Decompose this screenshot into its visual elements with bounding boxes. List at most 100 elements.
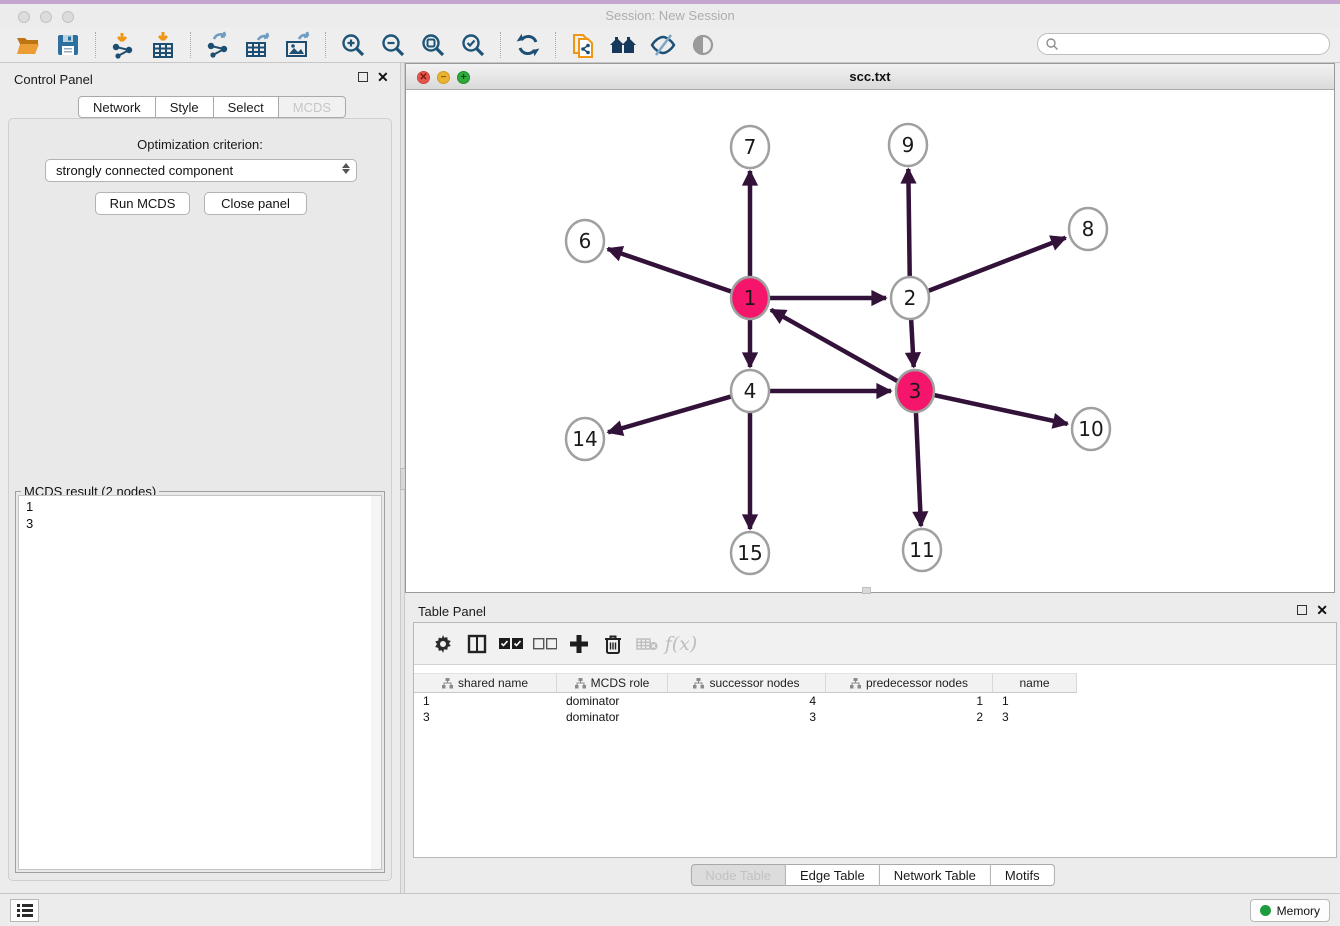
duplicate-network-icon[interactable] <box>566 30 600 60</box>
home-icon[interactable] <box>606 30 640 60</box>
save-session-icon[interactable] <box>51 30 85 60</box>
svg-text:14: 14 <box>572 427 597 451</box>
control-panel-tabs: NetworkStyleSelectMCDS <box>78 96 346 118</box>
close-panel-button[interactable]: Close panel <box>204 192 307 215</box>
select-stepper-icon <box>342 163 350 174</box>
table-cell[interactable]: 3 <box>414 709 557 725</box>
table-cell[interactable]: 1 <box>414 693 557 709</box>
column-header-predecessor-nodes[interactable]: predecessor nodes <box>826 673 993 693</box>
svg-text:7: 7 <box>744 135 757 159</box>
table-cell[interactable]: dominator <box>557 693 668 709</box>
export-image-icon[interactable] <box>281 30 315 60</box>
zoom-selected-icon[interactable] <box>456 30 490 60</box>
tab-select[interactable]: Select <box>214 96 279 118</box>
float-table-panel-icon[interactable] <box>1297 605 1307 615</box>
node-table[interactable]: shared nameMCDS rolesuccessor nodesprede… <box>414 673 1336 725</box>
node-4[interactable]: 4 <box>731 370 769 412</box>
edge-3-1[interactable] <box>771 310 898 381</box>
node-8[interactable]: 8 <box>1069 208 1107 250</box>
network-canvas[interactable]: 7 9 6 8 1 2 4 3 14 10 15 11 <box>406 90 1334 592</box>
import-table-icon[interactable] <box>146 30 180 60</box>
import-network-icon[interactable] <box>106 30 140 60</box>
search-icon <box>1045 37 1059 51</box>
window-resize-grip[interactable] <box>862 587 871 594</box>
column-type-icon <box>850 678 861 689</box>
select-all-rows-icon[interactable] <box>494 629 528 659</box>
table-body[interactable]: 1dominator4113dominator323 <box>414 693 1336 725</box>
edge-2-9[interactable] <box>908 169 909 278</box>
edge-3-11[interactable] <box>916 411 921 526</box>
table-tab-node-table[interactable]: Node Table <box>690 864 786 886</box>
column-header-shared-name[interactable]: shared name <box>414 673 557 693</box>
table-cell[interactable]: 1 <box>993 693 1077 709</box>
node-3[interactable]: 3 <box>896 370 934 412</box>
table-cell[interactable]: 3 <box>668 709 826 725</box>
close-panel-icon[interactable]: ✕ <box>377 72 389 82</box>
tab-mcds[interactable]: MCDS <box>279 96 346 118</box>
run-mcds-button[interactable]: Run MCDS <box>95 192 190 215</box>
mcds-result-text[interactable]: 1 3 <box>18 495 382 870</box>
node-9[interactable]: 9 <box>889 124 927 166</box>
node-1[interactable]: 1 <box>731 277 769 319</box>
edge-2-8[interactable] <box>929 238 1066 291</box>
table-tabs: Node TableEdge TableNetwork TableMotifs <box>690 864 1054 886</box>
hide-graphics-icon[interactable] <box>646 30 680 60</box>
column-header-name[interactable]: name <box>993 673 1077 693</box>
refresh-view-icon[interactable] <box>511 30 545 60</box>
task-history-button[interactable] <box>10 899 39 922</box>
main-toolbar <box>0 28 1340 63</box>
add-column-icon[interactable] <box>562 629 596 659</box>
edge-3-10[interactable] <box>935 395 1068 424</box>
node-2[interactable]: 2 <box>891 277 929 319</box>
table-header-row[interactable]: shared nameMCDS rolesuccessor nodesprede… <box>414 673 1336 693</box>
optimization-criterion-value: strongly connected component <box>56 163 233 178</box>
network-window-titlebar[interactable]: ✕ − + scc.txt <box>406 64 1334 90</box>
memory-button[interactable]: Memory <box>1250 899 1330 922</box>
table-cell[interactable]: dominator <box>557 709 668 725</box>
table-cell[interactable]: 3 <box>993 709 1077 725</box>
node-11[interactable]: 11 <box>903 529 941 571</box>
table-panel-buttons: ✕ <box>1297 605 1328 615</box>
open-session-icon[interactable] <box>11 30 45 60</box>
float-panel-icon[interactable] <box>358 72 368 82</box>
column-header-successor-nodes[interactable]: successor nodes <box>668 673 826 693</box>
node-15[interactable]: 15 <box>731 532 769 574</box>
zoom-out-icon[interactable] <box>376 30 410 60</box>
deselect-all-rows-icon[interactable] <box>528 629 562 659</box>
show-graphics-icon[interactable] <box>686 30 720 60</box>
zoom-fit-icon[interactable] <box>416 30 450 60</box>
node-7[interactable]: 7 <box>731 126 769 168</box>
network-graph[interactable]: 7 9 6 8 1 2 4 3 14 10 15 11 <box>406 90 1334 592</box>
table-settings-icon[interactable] <box>426 629 460 659</box>
table-cell[interactable]: 1 <box>826 693 993 709</box>
split-columns-icon[interactable] <box>460 629 494 659</box>
column-header-MCDS-role[interactable]: MCDS role <box>557 673 668 693</box>
tab-style[interactable]: Style <box>156 96 214 118</box>
table-row[interactable]: 3dominator323 <box>414 709 1336 725</box>
edge-4-14[interactable] <box>608 397 731 433</box>
node-6[interactable]: 6 <box>566 220 604 262</box>
node-10[interactable]: 10 <box>1072 408 1110 450</box>
status-bar: Memory <box>0 893 1340 926</box>
result-scrollbar[interactable] <box>371 496 381 869</box>
column-type-icon <box>575 678 586 689</box>
edge-2-3[interactable] <box>911 318 914 367</box>
node-table-container: f(x) shared nameMCDS rolesuccessor nodes… <box>413 622 1337 858</box>
table-tab-edge-table[interactable]: Edge Table <box>786 864 880 886</box>
memory-label: Memory <box>1277 904 1320 918</box>
table-tab-motifs[interactable]: Motifs <box>991 864 1055 886</box>
search-field[interactable] <box>1037 33 1330 55</box>
close-table-panel-icon[interactable]: ✕ <box>1316 605 1328 615</box>
table-tab-network-table[interactable]: Network Table <box>880 864 991 886</box>
node-14[interactable]: 14 <box>566 418 604 460</box>
table-cell[interactable]: 4 <box>668 693 826 709</box>
tab-network[interactable]: Network <box>78 96 156 118</box>
delete-columns-icon[interactable] <box>596 629 630 659</box>
export-network-icon[interactable] <box>201 30 235 60</box>
export-table-icon[interactable] <box>241 30 275 60</box>
zoom-in-icon[interactable] <box>336 30 370 60</box>
table-row[interactable]: 1dominator411 <box>414 693 1336 709</box>
edge-1-6[interactable] <box>608 249 731 292</box>
table-cell[interactable]: 2 <box>826 709 993 725</box>
optimization-criterion-select[interactable]: strongly connected component <box>45 159 357 182</box>
